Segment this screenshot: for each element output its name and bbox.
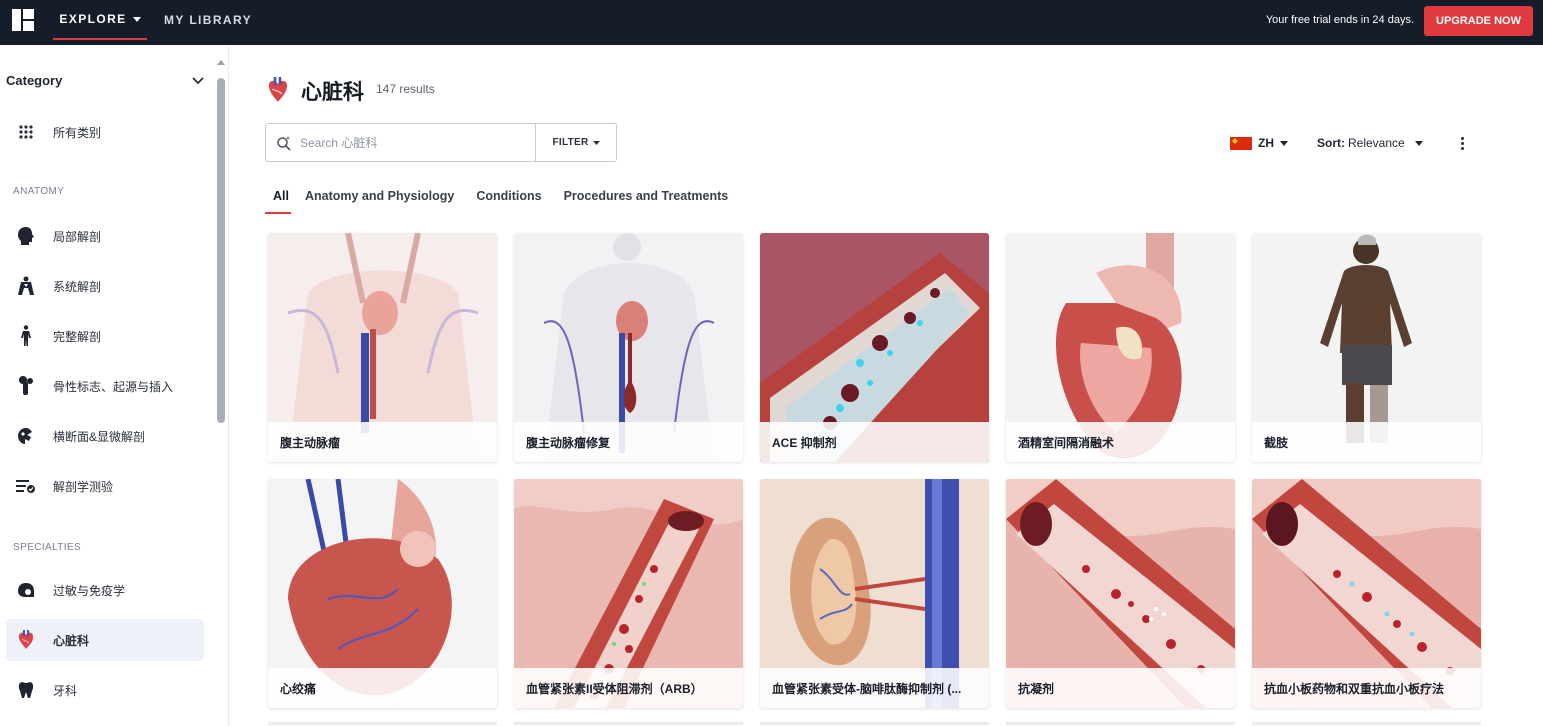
search-field-wrapper bbox=[266, 124, 536, 161]
card-title: 血管紧张素II受体阻滞剂（ARB） bbox=[514, 668, 743, 708]
tab-anatomy-physiology[interactable]: Anatomy and Physiology bbox=[305, 186, 454, 214]
sidebar-item-all-categories[interactable]: 所有类别 bbox=[6, 111, 204, 153]
quiz-icon bbox=[6, 479, 46, 493]
sort-dropdown[interactable]: Sort: Relevance bbox=[1317, 136, 1423, 150]
content-card[interactable]: 抗凝剂 bbox=[1006, 479, 1235, 708]
search-sparkle-icon bbox=[277, 135, 291, 151]
card-title: 抗血小板药物和双重抗血小板疗法 bbox=[1252, 668, 1481, 708]
sidebar-item-label: 过敏与免疫学 bbox=[53, 583, 126, 598]
sidebar-item-allergy-immunology[interactable]: 过敏与免疫学 bbox=[6, 569, 204, 611]
tooth-icon bbox=[6, 681, 46, 699]
content-card[interactable]: 心绞痛 bbox=[268, 479, 497, 708]
sidebar-item-label: 所有类别 bbox=[53, 125, 102, 140]
category-dropdown[interactable]: Category bbox=[6, 73, 204, 88]
filter-button[interactable]: FILTER bbox=[536, 124, 616, 161]
chevron-down-icon bbox=[192, 76, 204, 84]
category-label: Category bbox=[6, 73, 63, 88]
card-title: 抗凝剂 bbox=[1006, 668, 1235, 708]
bone-icon bbox=[6, 376, 46, 396]
content-card[interactable]: 腹主动脉瘤修复 bbox=[514, 233, 743, 462]
torso-icon bbox=[6, 276, 46, 296]
search-input[interactable] bbox=[300, 135, 530, 150]
sidebar-item-cardiology[interactable]: 心脏科 bbox=[6, 619, 204, 661]
sidebar-item-systemic-anatomy[interactable]: 系统解剖 bbox=[6, 265, 204, 307]
sort-prefix: Sort: bbox=[1317, 136, 1345, 150]
page-title: 心脏科 bbox=[301, 81, 364, 104]
filter-label: FILTER bbox=[552, 137, 589, 148]
allergy-icon bbox=[6, 582, 46, 598]
caret-down-icon bbox=[1414, 140, 1423, 146]
scrollbar-thumb[interactable] bbox=[217, 78, 225, 423]
sidebar-item-label: 完整解剖 bbox=[53, 329, 102, 344]
content-card[interactable]: 截肢 bbox=[1252, 233, 1481, 462]
sidebar-item-label: 系统解剖 bbox=[53, 279, 102, 294]
section-label-anatomy: ANATOMY bbox=[13, 186, 65, 197]
caret-down-icon bbox=[1280, 140, 1288, 146]
content-card-partial[interactable] bbox=[1006, 722, 1235, 726]
heart-icon bbox=[6, 630, 46, 650]
card-title: 腹主动脉瘤 bbox=[268, 422, 497, 462]
grid-icon bbox=[6, 125, 46, 139]
sidebar-item-complete-anatomy[interactable]: 完整解剖 bbox=[6, 315, 204, 357]
sidebar-scrollbar[interactable] bbox=[216, 60, 226, 726]
sidebar-item-label: 牙科 bbox=[53, 683, 78, 698]
card-title: 心绞痛 bbox=[268, 668, 497, 708]
card-title: 酒精室间隔消融术 bbox=[1006, 422, 1235, 462]
sidebar-item-cross-sectional[interactable]: 横断面&显微解剖 bbox=[6, 415, 204, 457]
caret-down-icon bbox=[132, 16, 141, 22]
top-navigation-bar: EXPLORE MY LIBRARY Your free trial ends … bbox=[0, 0, 1543, 45]
content-card-partial[interactable] bbox=[268, 722, 497, 726]
heart-icon bbox=[268, 77, 288, 102]
cross-section-icon bbox=[6, 427, 46, 445]
sidebar-item-bony-landmarks[interactable]: 骨性标志、起源与插入 bbox=[6, 365, 204, 407]
head-icon bbox=[6, 226, 46, 246]
more-options-icon[interactable] bbox=[1456, 134, 1468, 152]
search-bar: FILTER bbox=[265, 123, 617, 162]
tab-conditions[interactable]: Conditions bbox=[476, 186, 541, 214]
language-selector[interactable]: ZH bbox=[1230, 136, 1288, 150]
sidebar-item-label: 骨性标志、起源与插入 bbox=[53, 379, 174, 394]
content-card[interactable]: 酒精室间隔消融术 bbox=[1006, 233, 1235, 462]
category-sidebar: Category 所有类别 ANATOMY 局部解剖 系统解剖 完整解剖 骨性标… bbox=[0, 45, 229, 726]
trial-notice: Your free trial ends in 24 days. bbox=[1265, 14, 1414, 26]
card-title: ACE 抑制剂 bbox=[760, 422, 989, 462]
sidebar-item-label: 横断面&显微解剖 bbox=[53, 429, 146, 444]
sidebar-item-dentistry[interactable]: 牙科 bbox=[6, 669, 204, 711]
sidebar-item-label: 局部解剖 bbox=[53, 229, 102, 244]
content-card-partial[interactable] bbox=[1252, 722, 1481, 726]
content-card-partial[interactable] bbox=[514, 722, 743, 726]
card-title: 腹主动脉瘤修复 bbox=[514, 422, 743, 462]
app-logo-icon[interactable] bbox=[12, 9, 34, 31]
sidebar-item-label: 心脏科 bbox=[53, 633, 90, 648]
caret-down-icon bbox=[592, 140, 600, 145]
tab-procedures-treatments[interactable]: Procedures and Treatments bbox=[564, 186, 729, 214]
sidebar-item-anatomy-quiz[interactable]: 解剖学测验 bbox=[6, 465, 204, 507]
content-card-partial[interactable] bbox=[760, 722, 989, 726]
upgrade-now-button[interactable]: UPGRADE NOW bbox=[1424, 6, 1533, 36]
human-figure-icon bbox=[6, 325, 46, 347]
nav-my-library-tab[interactable]: MY LIBRARY bbox=[164, 0, 252, 40]
content-card[interactable]: 抗血小板药物和双重抗血小板疗法 bbox=[1252, 479, 1481, 708]
content-card[interactable]: 血管紧张素II受体阻滞剂（ARB） bbox=[514, 479, 743, 708]
sidebar-item-regional-anatomy[interactable]: 局部解剖 bbox=[6, 215, 204, 257]
scroll-up-arrow-icon[interactable] bbox=[217, 60, 225, 65]
content-card[interactable]: 血管紧张素受体-脑啡肽酶抑制剂 (... bbox=[760, 479, 989, 708]
card-title: 截肢 bbox=[1252, 422, 1481, 462]
section-label-specialties: SPECIALTIES bbox=[13, 542, 82, 553]
content-tabs: All Anatomy and Physiology Conditions Pr… bbox=[265, 186, 750, 214]
china-flag-icon bbox=[1230, 136, 1252, 150]
tab-all[interactable]: All bbox=[265, 186, 291, 214]
language-code: ZH bbox=[1258, 136, 1274, 150]
card-title: 血管紧张素受体-脑啡肽酶抑制剂 (... bbox=[760, 668, 989, 708]
nav-explore-label: EXPLORE bbox=[59, 12, 127, 26]
content-card[interactable]: 腹主动脉瘤 bbox=[268, 233, 497, 462]
sidebar-item-label: 解剖学测验 bbox=[53, 479, 114, 494]
sort-value: Relevance bbox=[1348, 136, 1405, 150]
nav-explore-tab[interactable]: EXPLORE bbox=[53, 0, 147, 40]
content-card[interactable]: ACE 抑制剂 bbox=[760, 233, 989, 462]
results-count: 147 results bbox=[376, 82, 435, 96]
